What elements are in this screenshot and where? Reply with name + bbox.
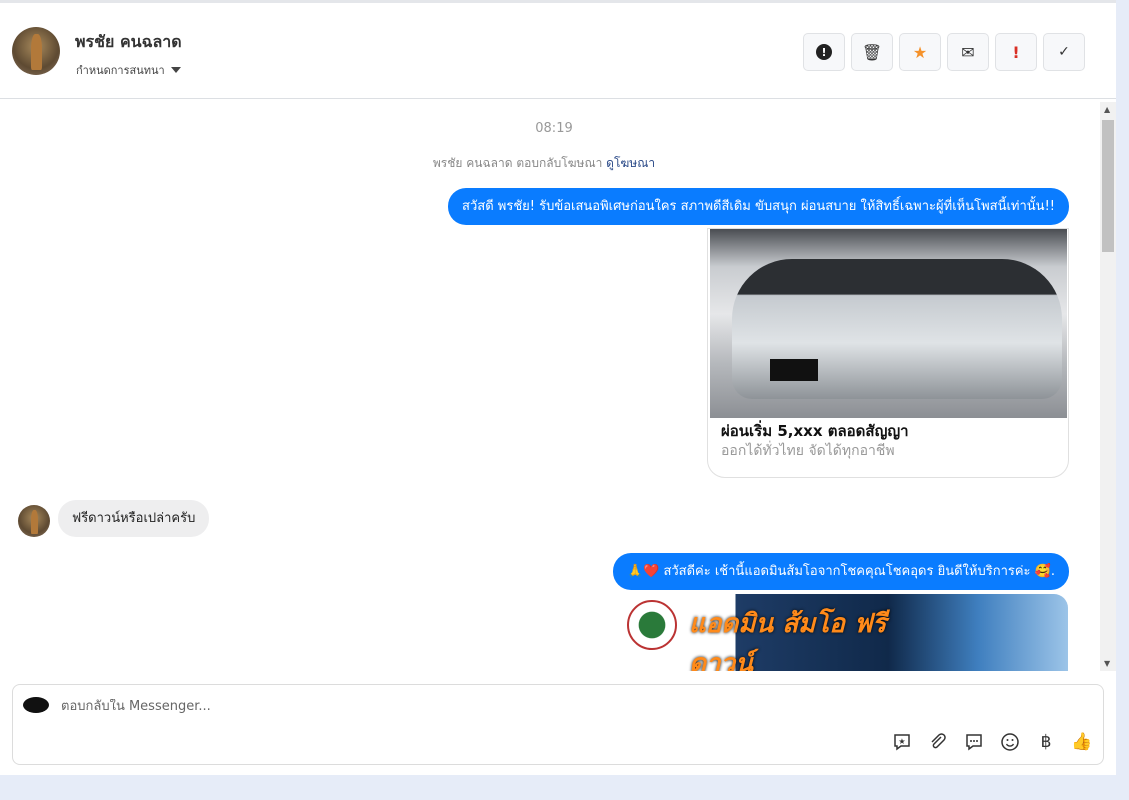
contact-name[interactable]: พรชัย คนฉลาด <box>75 30 182 55</box>
scrollbar-thumb[interactable] <box>1102 120 1114 252</box>
timestamp: 08:19 <box>535 121 573 136</box>
mark-unread-button[interactable]: ✉ <box>947 33 989 71</box>
done-button[interactable]: ✓ <box>1043 33 1085 71</box>
spam-button[interactable]: ! <box>803 33 845 71</box>
reply-composer: ★ ฿ 👍 <box>12 684 1104 765</box>
sender-avatar <box>18 505 50 537</box>
scroll-up-icon[interactable]: ▲ <box>1104 105 1110 114</box>
star-button[interactable]: ★ <box>899 33 941 71</box>
paperclip-icon[interactable] <box>927 731 949 753</box>
car-image <box>710 229 1067 418</box>
svg-text:★: ★ <box>898 737 905 746</box>
ad-card[interactable]: ผ่อนเริ่ม 5,xxx ตลอดสัญญา ออกได้ทั่วไทย … <box>707 228 1069 478</box>
trash-icon: 🗑 <box>861 42 883 62</box>
card-subtitle: ออกได้ทั่วไทย จัดได้ทุกอาชีพ <box>721 443 895 459</box>
exclamation-icon: ! <box>1012 42 1020 62</box>
avatar[interactable] <box>12 27 60 75</box>
follow-up-button[interactable]: ! <box>995 33 1037 71</box>
envelope-icon: ✉ <box>961 42 975 62</box>
banner-lettering: แอดมิน ส้มโอ ฟรีดาวน์ <box>689 609 887 671</box>
scrollbar[interactable]: ▲ ▼ <box>1100 102 1116 671</box>
check-icon: ✓ <box>1058 44 1070 60</box>
emoji-icon[interactable] <box>999 731 1021 753</box>
view-ad-link[interactable]: ดูโฆษณา <box>606 156 655 170</box>
reply-input[interactable] <box>61 699 861 714</box>
message-bubble-outgoing: 🙏❤️ สวัสดีค่ะ เช้านี้แอดมินส้มโอจากโชคคุ… <box>612 553 1069 590</box>
alert-circle-icon: ! <box>816 44 832 60</box>
page-avatar <box>23 697 49 713</box>
company-logo <box>627 600 677 650</box>
composer-tools: ★ ฿ 👍 <box>891 731 1093 753</box>
assign-label: กำหนดการสนทนา <box>76 64 165 77</box>
assign-conversation-dropdown[interactable]: กำหนดการสนทนา <box>76 61 181 79</box>
delete-button[interactable]: 🗑 <box>851 33 893 71</box>
conversation-header: พรชัย คนฉลาด กำหนดการสนทนา ! 🗑 ★ ✉ ! ✓ <box>0 3 1116 99</box>
conversation-panel: พรชัย คนฉลาด กำหนดการสนทนา ! 🗑 ★ ✉ ! ✓ 0… <box>0 0 1116 775</box>
message-bubble-incoming: ฟรีดาวน์หรือเปล่าครับ <box>58 500 210 537</box>
star-icon: ★ <box>912 42 928 62</box>
message-list: 08:19 พรชัย คนฉลาด ตอบกลับโฆษณา ดูโฆษณา … <box>0 99 1116 671</box>
ad-reply-text: พรชัย คนฉลาด ตอบกลับโฆษณา <box>432 156 603 170</box>
promo-banner-image[interactable]: แอดมิน ส้มโอ ฟรีดาวน์ <box>619 594 1068 671</box>
action-toolbar: ! 🗑 ★ ✉ ! ✓ <box>803 33 1085 71</box>
baht-icon[interactable]: ฿ <box>1035 731 1057 753</box>
caret-down-icon <box>170 67 181 73</box>
scroll-down-icon[interactable]: ▼ <box>1104 659 1110 668</box>
message-bubble-outgoing: สวัสดี พรชัย! รับข้อเสนอพิเศษก่อนใคร สภา… <box>448 188 1069 225</box>
ad-reply-notice: พรชัย คนฉลาด ตอบกลับโฆษณา ดูโฆษณา <box>0 154 1088 173</box>
thumbs-up-icon[interactable]: 👍 <box>1071 731 1093 753</box>
saved-reply-icon[interactable]: ★ <box>891 731 913 753</box>
chat-bubble-icon[interactable] <box>963 731 985 753</box>
